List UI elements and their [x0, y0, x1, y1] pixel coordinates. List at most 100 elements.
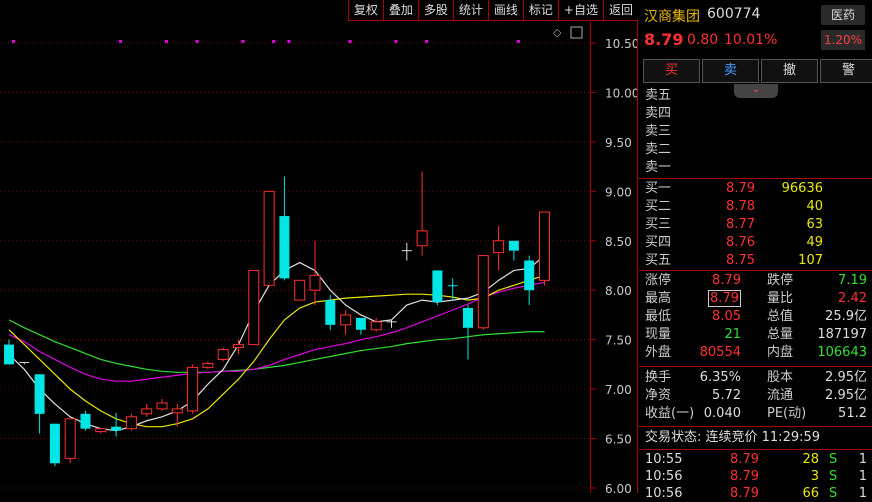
stock-code: 600774	[707, 6, 761, 22]
ask-row[interactable]: 卖三	[645, 123, 867, 141]
bid-row[interactable]: 买三 8.77 63	[645, 216, 867, 234]
kline-svg[interactable]: 10.50 10.00 9.50 9.00 8.50 8.00 7.50 7.00 6.50 6.…	[0, 0, 638, 493]
buy-button[interactable]: 买	[643, 59, 700, 83]
event-marker	[394, 40, 398, 43]
stats2-divider	[639, 366, 872, 367]
stat-label: 股本	[767, 370, 794, 385]
toolbar-draw-line[interactable]: 画线	[487, 0, 523, 21]
high-price-box: 8.79	[708, 290, 741, 307]
candle-body	[309, 274, 321, 291]
tick-row: 10:56 8.79 66 S 1	[645, 486, 867, 502]
candle-body	[508, 240, 519, 251]
candle-body	[4, 344, 14, 365]
bid-row[interactable]: 买五 8.75 107	[645, 252, 867, 270]
stats-row: 外盘 80554 内盘 106643	[645, 344, 867, 362]
bid-volume: 49	[806, 235, 823, 250]
tick-price: 8.79	[730, 486, 759, 501]
ma5-line	[8, 255, 545, 432]
toolbar-multi-stock[interactable]: 多股	[417, 0, 453, 21]
trade-buttons: 买 卖 撤 警	[643, 59, 872, 83]
sector-button[interactable]: 医药	[821, 5, 865, 25]
bid-row[interactable]: 买四 8.76 49	[645, 234, 867, 252]
candle-body	[34, 374, 45, 414]
stat-value: 51.2	[838, 406, 867, 421]
event-marker	[195, 40, 199, 43]
ask-row[interactable]: 卖一	[645, 159, 867, 177]
panel-divider	[637, 0, 638, 493]
event-marker	[119, 40, 123, 43]
bid-label: 买三	[645, 217, 672, 232]
toolbar-add-watchlist[interactable]: +自选	[557, 0, 603, 21]
candle-body	[370, 321, 382, 331]
stat-value: 7.19	[838, 273, 867, 288]
bid-row[interactable]: 买一 8.79 96636	[645, 180, 867, 198]
candle-body	[111, 426, 122, 431]
tick-price: 8.79	[730, 469, 759, 484]
stat-value: 0.040	[703, 406, 741, 421]
candle-body	[187, 366, 199, 412]
event-marker	[12, 40, 15, 43]
bid-label: 买四	[645, 235, 672, 250]
alert-button[interactable]: 警	[820, 59, 872, 83]
stats-row: 净资 5.72 流通 2.95亿	[645, 387, 867, 405]
stat-label: 量比	[767, 291, 794, 306]
toolbar-mark[interactable]: 标记	[522, 0, 558, 21]
tick-time: 10:55	[645, 452, 683, 467]
ask-label: 卖五	[645, 88, 672, 103]
candle-body	[263, 190, 275, 286]
bid-label: 买五	[645, 253, 672, 268]
event-marker	[516, 40, 520, 43]
stat-label: 总量	[767, 327, 794, 342]
stat-value: 2.42	[838, 291, 867, 306]
tick-side: S	[829, 469, 838, 484]
stat-value: 8.79	[712, 273, 741, 288]
tick-side: S	[829, 452, 838, 467]
candle-body	[416, 230, 428, 247]
status-divider	[639, 426, 872, 427]
stat-label: 外盘	[645, 345, 672, 360]
candle-body	[217, 349, 229, 360]
y-tick-label: 8.00	[605, 284, 632, 298]
candle-body	[171, 408, 183, 414]
ask-label: 卖一	[645, 160, 672, 175]
candle-body	[233, 344, 244, 349]
diamond-icon: ◇	[553, 26, 562, 39]
ask-label: 卖二	[645, 142, 672, 157]
candle-body	[95, 428, 107, 433]
toolbar-back[interactable]: 返回	[602, 0, 638, 21]
event-marker	[272, 40, 276, 43]
ask-row[interactable]: 卖二	[645, 141, 867, 159]
bid-volume: 96636	[781, 181, 823, 196]
event-marker	[348, 40, 352, 43]
cancel-order-button[interactable]: 撤	[761, 59, 818, 83]
bid-label: 买二	[645, 199, 672, 214]
bid-price: 8.76	[726, 235, 755, 250]
toolbar-statistics[interactable]: 统计	[452, 0, 488, 21]
y-tick-label: 8.50	[605, 235, 632, 249]
bid-row[interactable]: 买二 8.78 40	[645, 198, 867, 216]
y-tick-label: 6.00	[605, 482, 632, 493]
event-marker	[425, 40, 429, 43]
sector-change-pct: 1.20%	[821, 30, 865, 50]
stat-value: 21	[724, 327, 741, 342]
ask-label: 卖四	[645, 106, 672, 121]
y-tick-label: 7.00	[605, 383, 632, 397]
toolbar-restore-rights[interactable]: 复权	[347, 0, 383, 21]
ask-row[interactable]: 卖五	[645, 87, 867, 105]
bid-price: 8.77	[726, 217, 755, 232]
candle-body	[355, 317, 366, 330]
stats-row: 最低 8.05 总值 25.9亿	[645, 308, 867, 326]
y-tick-label: 9.50	[605, 136, 632, 150]
candle-body	[141, 408, 153, 415]
candle-body	[432, 270, 443, 303]
ask-row[interactable]: 卖四	[645, 105, 867, 123]
trade-status-text: 交易状态: 连续竞价 11:29:59	[645, 430, 821, 445]
candle-body	[80, 413, 91, 429]
chart-settings-icon[interactable]	[570, 26, 583, 39]
sell-button[interactable]: 卖	[702, 59, 759, 83]
kline-chart[interactable]: 10.50 10.00 9.50 9.00 8.50 8.00 7.50 7.00 6.50 6.…	[0, 0, 638, 493]
candle-body	[524, 260, 535, 291]
toolbar-overlay[interactable]: 叠加	[382, 0, 418, 21]
bid-label: 买一	[645, 181, 672, 196]
tick-volume: 28	[802, 452, 819, 467]
